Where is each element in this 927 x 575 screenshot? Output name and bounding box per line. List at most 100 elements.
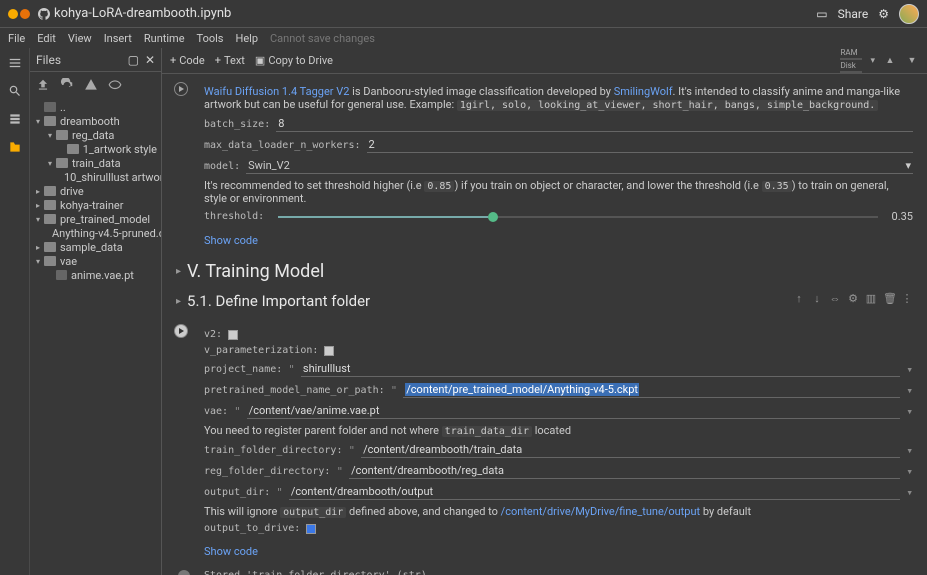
v2-checkbox[interactable] xyxy=(228,330,238,340)
resource-indicator[interactable]: RAM Disk xyxy=(840,48,862,73)
cell-folders: v2: v_parameterization: project_name: "s… xyxy=(176,320,913,562)
add-code-button[interactable]: + Code xyxy=(170,54,205,67)
tree-train-data[interactable]: ▾train_data xyxy=(34,156,157,170)
threshold-text: It's recommended to set threshold higher… xyxy=(204,179,913,205)
vparam-checkbox[interactable] xyxy=(324,346,334,356)
files-popout-icon[interactable]: ▢ xyxy=(128,53,139,67)
show-code-link[interactable]: Show code xyxy=(204,234,258,247)
notebook-content[interactable]: Waifu Diffusion 1.4 Tagger V2 is Danboor… xyxy=(162,74,927,575)
threshold-value: 0.35 xyxy=(892,210,913,223)
tree-anything[interactable]: Anything-v4.5-pruned.ckpt xyxy=(34,226,157,240)
add-text-button[interactable]: + Text xyxy=(215,54,245,67)
move-down-icon[interactable]: ↓ xyxy=(811,292,823,305)
hidden-icon[interactable] xyxy=(108,78,122,92)
upload-icon[interactable] xyxy=(36,78,50,92)
github-icon xyxy=(38,8,50,20)
pretrained-input[interactable]: /content/pre_trained_model/Anything-v4-5… xyxy=(403,382,900,398)
tree-anime-vae[interactable]: anime.vae.pt xyxy=(34,268,157,282)
more-icon[interactable]: ⋮ xyxy=(901,292,913,305)
batch-size-input[interactable]: 8 xyxy=(276,116,913,132)
vars-icon[interactable] xyxy=(8,112,22,126)
menu-file[interactable]: File xyxy=(8,32,25,45)
wd-intro: Waifu Diffusion 1.4 Tagger V2 is Danboor… xyxy=(204,85,913,111)
train-dir-input[interactable]: /content/dreambooth/train_data xyxy=(361,442,900,458)
tree-dotdot[interactable]: .. xyxy=(34,100,157,114)
delete-icon[interactable]: 🗑 xyxy=(883,292,895,305)
notebook-title[interactable]: kohya-LoRA-dreambooth.ipynb xyxy=(54,6,231,21)
mount-drive-icon[interactable] xyxy=(84,78,98,92)
menu-edit[interactable]: Edit xyxy=(37,32,56,45)
pretrained-label: pretrained_model_name_or_path: xyxy=(204,385,385,396)
search-icon[interactable] xyxy=(8,84,22,98)
project-label: project_name: xyxy=(204,364,282,375)
menubar: File Edit View Insert Runtime Tools Help… xyxy=(0,28,927,48)
output-dir-input[interactable]: /content/dreambooth/output xyxy=(289,484,901,500)
cell-toolbar: ↑ ↓ ⇔ ⚙ ▥ 🗑 ⋮ xyxy=(793,292,913,305)
reg-dir-input[interactable]: /content/dreambooth/reg_data xyxy=(349,463,900,479)
heading-training: ▸ V. Training Model xyxy=(176,261,913,282)
cell-output: Stored 'train_folder_directory' (str) St… xyxy=(176,566,913,575)
output-line: Stored 'train_folder_directory' (str) xyxy=(204,570,913,575)
toc-icon[interactable] xyxy=(8,56,22,70)
show-code-link[interactable]: Show code xyxy=(204,545,258,558)
move-up-icon[interactable]: ↑ xyxy=(793,292,805,305)
tree-train-child[interactable]: 10_shirulllust artwork style xyxy=(34,170,157,184)
files-toolbar xyxy=(30,72,161,98)
menu-tools[interactable]: Tools xyxy=(197,32,224,45)
menu-help[interactable]: Help xyxy=(235,32,258,45)
chevron-down-icon: ▾ xyxy=(905,159,911,172)
vae-input[interactable]: /content/vae/anime.vae.pt xyxy=(247,403,901,419)
tree-reg-data[interactable]: ▾reg_data xyxy=(34,128,157,142)
cannot-save: Cannot save changes xyxy=(270,32,375,45)
colab-logo xyxy=(8,9,30,19)
main: + Code + Text ▣ Copy to Drive RAM Disk ▾… xyxy=(162,48,927,575)
tree-sample[interactable]: ▸sample_data xyxy=(34,240,157,254)
menu-insert[interactable]: Insert xyxy=(104,32,132,45)
link-icon[interactable]: ⇔ xyxy=(829,292,841,305)
share-button[interactable]: Share xyxy=(838,7,869,21)
copy-drive-button[interactable]: ▣ Copy to Drive xyxy=(255,54,333,67)
collapse-icon[interactable]: ▸ xyxy=(176,296,181,307)
batch-size-label: batch_size: xyxy=(204,119,270,130)
refresh-icon[interactable] xyxy=(60,78,74,92)
menu-runtime[interactable]: Runtime xyxy=(144,32,185,45)
tree-vae[interactable]: ▾vae xyxy=(34,254,157,268)
register-text: You need to register parent folder and n… xyxy=(204,424,913,437)
train-dir-label: train_folder_directory: xyxy=(204,445,342,456)
settings-icon[interactable]: ⚙ xyxy=(878,7,889,21)
model-select[interactable]: Swin_V2▾ xyxy=(246,158,913,174)
run-button[interactable] xyxy=(174,82,188,96)
run-button[interactable] xyxy=(174,324,188,338)
workers-label: max_data_loader_n_workers: xyxy=(204,140,361,151)
tree-pretrained[interactable]: ▾pre_trained_model xyxy=(34,212,157,226)
comment-icon[interactable]: ▭ xyxy=(816,7,827,21)
workers-input[interactable]: 2 xyxy=(367,137,913,153)
header: kohya-LoRA-dreambooth.ipynb ▭ Share ⚙ xyxy=(0,0,927,28)
output-dir-label: output_dir: xyxy=(204,487,270,498)
threshold-slider[interactable] xyxy=(278,216,877,218)
notebook-toolbar: + Code + Text ▣ Copy to Drive RAM Disk ▾… xyxy=(162,48,927,74)
tree-drive[interactable]: ▸drive xyxy=(34,184,157,198)
vae-label: vae: xyxy=(204,406,228,417)
files-title: Files xyxy=(36,53,61,67)
tree-reg-child[interactable]: 1_artwork style xyxy=(34,142,157,156)
nav-down-icon[interactable]: ▼ xyxy=(905,54,919,68)
files-icon[interactable] xyxy=(8,140,22,154)
nav-up-icon[interactable]: ▲ xyxy=(883,54,897,68)
files-close-icon[interactable]: ✕ xyxy=(145,53,155,67)
file-tree: .. ▾dreambooth ▾reg_data 1_artwork style… xyxy=(30,98,161,284)
left-rail xyxy=(0,48,30,575)
otd-checkbox[interactable] xyxy=(306,524,316,534)
menu-view[interactable]: View xyxy=(68,32,92,45)
cell-settings-icon[interactable]: ⚙ xyxy=(847,292,859,305)
project-input[interactable]: shirulllust xyxy=(301,361,900,377)
files-panel: Files ▢ ✕ .. ▾dreambooth ▾reg_data 1_art… xyxy=(30,48,162,575)
avatar[interactable] xyxy=(899,4,919,24)
tree-dreambooth[interactable]: ▾dreambooth xyxy=(34,114,157,128)
ignore-text: This will ignore output_dir defined abov… xyxy=(204,505,913,518)
model-label: model: xyxy=(204,161,240,172)
tree-kohya[interactable]: ▸kohya-trainer xyxy=(34,198,157,212)
reg-dir-label: reg_folder_directory: xyxy=(204,466,330,477)
collapse-icon[interactable]: ▸ xyxy=(176,266,181,277)
mirror-icon[interactable]: ▥ xyxy=(865,292,877,305)
